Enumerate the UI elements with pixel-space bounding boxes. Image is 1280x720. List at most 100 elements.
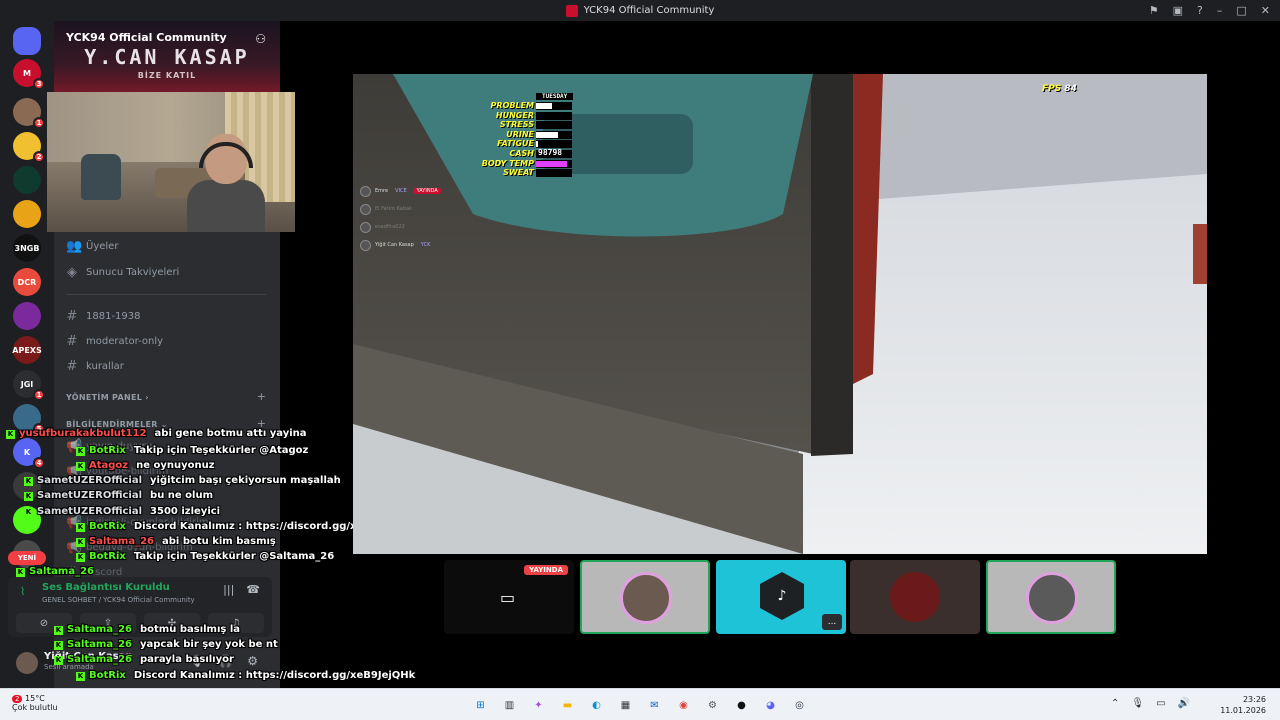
chat-message: K SametUZEROfficial bu ne olum <box>24 490 213 505</box>
hud-stat-row: BODY TEMP <box>470 159 580 169</box>
hud-stat-row: HUNGER <box>470 111 580 121</box>
chat-message: K Saltama_26 abi botu kim basmış <box>76 536 276 551</box>
more-options-button[interactable]: ... <box>822 614 842 630</box>
server-icon[interactable]: M3 <box>13 59 45 90</box>
sidebar-item-boosts[interactable]: ◈ Sunucu Takviyeleri <box>66 265 179 280</box>
hud-stat-fill <box>536 103 553 109</box>
task-view-icon[interactable]: ▥ <box>499 695 520 716</box>
add-channel-icon[interactable]: + <box>257 390 266 403</box>
settings-gear-icon[interactable]: ⚙ <box>247 654 258 668</box>
new-unreads-pill[interactable]: YENİ <box>8 551 46 565</box>
voice-status-title[interactable]: Ses Bağlantısı Kuruldu <box>42 582 170 593</box>
stream-tile-user-4[interactable] <box>986 560 1116 634</box>
outlook-icon[interactable]: ✉ <box>644 695 665 716</box>
close-button[interactable]: ✕ <box>1261 4 1270 17</box>
chat-message: K SametUZEROfficial 3500 izleyici <box>24 506 220 521</box>
chat-username: BotRix <box>89 521 126 532</box>
disconnect-icon[interactable]: ☎ <box>246 583 260 596</box>
server-icon[interactable] <box>13 302 41 330</box>
voice-channel-path[interactable]: GENEL SOHBET / YCK94 Official Community <box>42 596 195 604</box>
hud-stat-row: CASH 98798 <box>470 148 580 159</box>
noise-suppression-icon[interactable]: ||| <box>223 583 234 596</box>
server-icon[interactable] <box>13 200 41 228</box>
weather-widget[interactable]: 2 15°C Çok bulutlu <box>12 694 58 712</box>
weather-temp: 15°C <box>25 694 45 703</box>
mention-badge: 1 <box>33 117 45 129</box>
start-button[interactable]: ⊞ <box>470 695 491 716</box>
tray-overflow-icon[interactable]: ⌃ <box>1111 698 1119 709</box>
chrome-icon[interactable]: ◉ <box>673 695 694 716</box>
server-icon[interactable]: 2 <box>13 132 45 163</box>
kick-badge-icon: K <box>76 447 85 456</box>
kick-badge-icon: K <box>76 553 85 562</box>
chat-message: K Saltama_26 <box>16 566 102 581</box>
minimize-button[interactable]: – <box>1217 4 1223 17</box>
server-icon[interactable]: 1 <box>13 98 45 129</box>
server-icon[interactable]: JGI 1 <box>13 370 45 401</box>
hud-stat-bar <box>536 169 572 178</box>
chat-message: K Saltama_26 yapcak bir şey yok be nt <box>54 639 278 654</box>
server-icon[interactable]: DCR <box>13 268 41 296</box>
edge-icon[interactable]: ◐ <box>586 695 607 716</box>
hud-stat-fill <box>536 131 558 138</box>
chat-message: K BotRix Takip için Teşekkürler @Atagoz <box>76 445 308 460</box>
clock[interactable]: 23:26 11.01.2026 <box>1220 694 1266 716</box>
stream-tile-user-3[interactable] <box>850 560 980 634</box>
hash-icon: # <box>66 334 78 349</box>
banner-subtitle: BİZE KATIL <box>137 71 197 80</box>
participant-name: Emre <box>375 188 389 194</box>
hud-stat-label: STRESS <box>499 120 534 130</box>
signal-icon[interactable]: ⌇ <box>20 585 25 598</box>
help-icon[interactable]: ? <box>1197 4 1203 17</box>
kick-badge-icon: K <box>24 477 33 486</box>
server-name[interactable]: YCK94 Official Community <box>66 31 227 44</box>
divider <box>66 294 266 295</box>
maximize-button[interactable]: □ <box>1236 4 1246 17</box>
chat-username: SametUZEROfficial <box>37 490 143 501</box>
tray-display-icon[interactable]: ▭ <box>1156 698 1165 709</box>
kick-badge-icon: K <box>76 523 85 532</box>
chat-message: K SametUZEROfficial yiğitcim başı çekiyors… <box>24 475 341 490</box>
store-icon[interactable]: ▦ <box>615 695 636 716</box>
channel-kurallar[interactable]: # kurallar <box>66 359 124 374</box>
chat-message: Kyusufburakakbulut112 abi gene botmu attı… <box>6 428 307 443</box>
hash-icon: # <box>66 309 78 324</box>
server-initials: 3NGB <box>14 243 40 253</box>
kick-badge-icon: K <box>16 568 25 577</box>
screen-icon[interactable]: ▣ <box>1173 4 1183 17</box>
monitor-icon: ▭ <box>500 588 516 607</box>
steam-icon[interactable]: ◎ <box>789 695 810 716</box>
copilot-icon[interactable]: ✦ <box>528 695 549 716</box>
stream-tile-live[interactable]: YAYINDA ▭ <box>444 560 574 634</box>
hud-stat-bar <box>536 111 572 120</box>
channel-moderator-only[interactable]: # moderator-only <box>66 334 164 349</box>
server-icon[interactable] <box>13 166 41 194</box>
participant-name: El Fatiro Kabak <box>375 206 412 212</box>
hud-stat-bar <box>536 102 572 110</box>
category-yonetim[interactable]: YÖNETİM PANEL › <box>66 393 149 402</box>
chat-username: Saltama_26 <box>29 566 94 577</box>
server-icon[interactable]: 3NGB <box>13 234 41 262</box>
settings-icon[interactable]: ⚙ <box>702 695 723 716</box>
invite-icon[interactable]: ⚇ <box>255 32 266 46</box>
server-banner[interactable]: YCK94 Official Community ⚇ Y.CAN KASAP B… <box>54 21 280 95</box>
discord-icon[interactable]: ◕ <box>760 695 781 716</box>
stream-tile-user-1[interactable] <box>580 560 710 634</box>
avatar[interactable] <box>16 652 38 674</box>
kick-badge-icon: K <box>76 462 85 471</box>
inbox-icon[interactable]: ⚑ <box>1149 4 1159 17</box>
stream-tile-user-2[interactable]: ♪ ... <box>716 560 846 634</box>
chat-text: ne oynuyonuz <box>136 460 215 471</box>
file-explorer-icon[interactable]: ▬ <box>557 695 578 716</box>
app-icon[interactable]: ● <box>731 695 752 716</box>
hud-stat-fill <box>536 141 538 148</box>
window-titlebar: YCK94 Official Community ⚑ ▣ ? – □ ✕ <box>0 0 1280 21</box>
sidebar-item-members[interactable]: 👥 Üyeler <box>66 239 118 254</box>
channel-1881-1938[interactable]: # 1881-1938 <box>66 309 141 324</box>
tray-mic-icon[interactable]: 🎙 <box>1131 698 1144 709</box>
direct-messages-icon[interactable] <box>13 27 41 55</box>
tray-volume-icon[interactable]: 🔊 <box>1178 698 1190 709</box>
chat-message: K Saltama_26 botmu basılmış la <box>54 624 240 639</box>
app-logo-icon <box>565 4 578 17</box>
server-icon[interactable]: APEXS <box>12 336 42 364</box>
